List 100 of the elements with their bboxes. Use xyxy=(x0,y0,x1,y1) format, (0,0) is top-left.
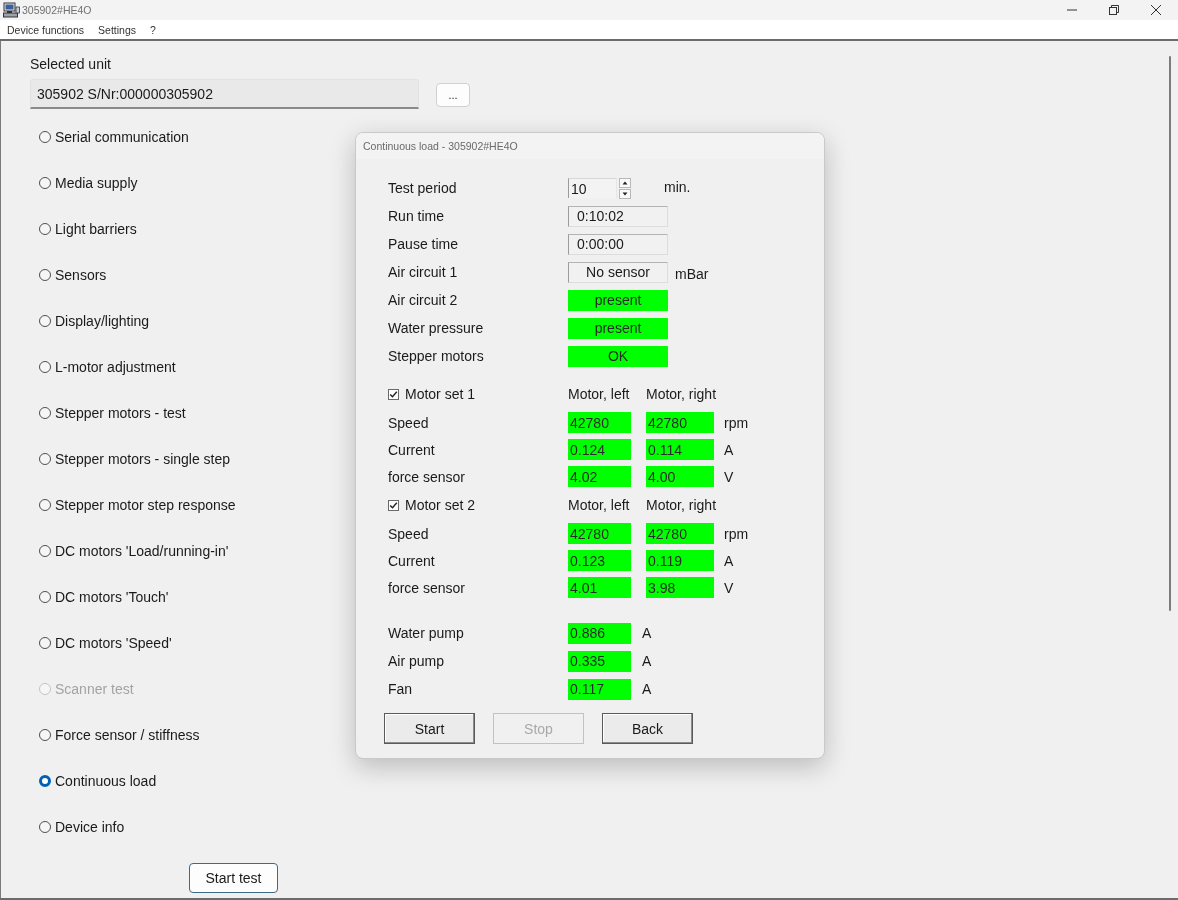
row-label: Fan xyxy=(388,681,413,697)
radio-label[interactable]: Device info xyxy=(55,819,125,835)
value-field: 4.02 xyxy=(568,466,631,487)
value-field: 3.98 xyxy=(646,577,714,598)
row-label: Run time xyxy=(388,208,445,224)
radio-label[interactable]: DC motors 'Load/running-in' xyxy=(55,543,229,559)
radio-button[interactable] xyxy=(39,591,51,603)
row-label: force sensor xyxy=(388,579,466,596)
value-field: 0.335 xyxy=(568,650,631,672)
row-label: Speed xyxy=(388,525,429,542)
radio-label[interactable]: Continuous load xyxy=(55,773,157,789)
menu-item[interactable]: Settings xyxy=(98,23,136,36)
readout-field: 0:10:02 xyxy=(568,205,668,227)
radio-button[interactable] xyxy=(39,453,51,465)
radio-label[interactable]: Serial communication xyxy=(55,129,189,145)
close-icon[interactable] xyxy=(1151,5,1161,15)
unit-label: V xyxy=(724,579,734,596)
row-label: Pause time xyxy=(388,236,459,252)
radio-button[interactable] xyxy=(39,315,51,327)
unit-label: mBar xyxy=(675,266,709,282)
checkbox-label[interactable]: Motor set 1 xyxy=(405,386,476,402)
unit-label: rpm xyxy=(724,414,749,431)
unit-label: min. xyxy=(664,178,691,195)
field-label: Selected unit xyxy=(30,56,111,72)
radio-button[interactable] xyxy=(39,407,51,419)
row-label: Water pump xyxy=(388,625,464,641)
menu-item[interactable]: Device functions xyxy=(7,23,85,36)
column-header: Motor, left xyxy=(568,386,630,402)
dialog-button[interactable]: Start xyxy=(384,713,475,744)
radio-button[interactable] xyxy=(39,775,51,787)
radio-button[interactable] xyxy=(39,545,51,557)
radio-label[interactable]: Stepper motor step response xyxy=(55,497,236,513)
unit-label: V xyxy=(724,468,734,485)
value-field: 4.00 xyxy=(646,466,714,487)
start-test-button[interactable]: Start test xyxy=(189,863,278,893)
radio-label[interactable]: Force sensor / stiffness xyxy=(55,727,200,743)
value-field: 0.119 xyxy=(646,550,714,571)
restore-icon[interactable] xyxy=(1109,5,1119,15)
row-label: Test period xyxy=(388,180,457,196)
status-field: No sensor xyxy=(568,261,668,283)
radio-label[interactable]: L-motor adjustment xyxy=(55,359,176,375)
unit-label: rpm xyxy=(724,525,749,542)
value-field: 0.124 xyxy=(568,439,631,460)
radio-label[interactable]: DC motors 'Speed' xyxy=(55,635,172,651)
browse-button[interactable]: ... xyxy=(436,83,470,107)
radio-label[interactable]: DC motors 'Touch' xyxy=(55,589,169,605)
radio-label[interactable]: Display/lighting xyxy=(55,313,150,329)
radio-button[interactable] xyxy=(39,177,51,189)
radio-label[interactable]: Media supply xyxy=(55,175,138,191)
row-label: Water pressure xyxy=(388,320,484,336)
unit-label: A xyxy=(642,625,652,641)
dialog-title: Continuous load - 305902#HE4O xyxy=(356,133,824,159)
row-label: Speed xyxy=(388,414,429,431)
checkbox[interactable] xyxy=(388,388,399,400)
menu-item[interactable]: ? xyxy=(150,23,156,36)
status-field: OK xyxy=(568,345,668,367)
radio-label[interactable]: Light barriers xyxy=(55,221,137,237)
row-label: Stepper motors xyxy=(388,348,484,364)
caret-up-icon[interactable] xyxy=(619,177,631,188)
radio-button[interactable] xyxy=(39,821,51,833)
unit-field[interactable]: 305902 S/Nr:000000305902 xyxy=(30,79,419,109)
radio-label[interactable]: Stepper motors - test xyxy=(55,405,186,421)
value-field: 42780 xyxy=(646,523,714,544)
value-field: 0.123 xyxy=(568,550,631,571)
row-label: Current xyxy=(388,552,435,569)
status-field: present xyxy=(568,289,668,311)
checkbox[interactable] xyxy=(388,499,399,511)
value-field: 0.117 xyxy=(568,678,631,700)
column-header: Motor, right xyxy=(646,497,717,513)
row-label: Air circuit 2 xyxy=(388,292,458,308)
radio-button[interactable] xyxy=(39,223,51,235)
unit-label: A xyxy=(724,441,734,458)
value-field: 42780 xyxy=(568,412,631,433)
row-label: Air circuit 1 xyxy=(388,264,458,280)
value-field: 42780 xyxy=(646,412,714,433)
radio-button[interactable] xyxy=(39,499,51,511)
radio-label[interactable]: Sensors xyxy=(55,267,107,283)
value-field: 42780 xyxy=(568,523,631,544)
radio-button[interactable] xyxy=(39,131,51,143)
checkbox-label[interactable]: Motor set 2 xyxy=(405,497,476,513)
window-title: 305902#HE4O xyxy=(22,4,92,16)
caret-down-icon[interactable] xyxy=(619,188,631,199)
status-field: present xyxy=(568,317,668,339)
readout-field: 0:00:00 xyxy=(568,233,668,255)
radio-button[interactable] xyxy=(39,729,51,741)
radio-button[interactable] xyxy=(39,637,51,649)
value-field: 0.886 xyxy=(568,622,631,644)
spin-field[interactable]: 10 xyxy=(568,178,617,198)
column-header: Motor, left xyxy=(568,497,630,513)
value-field: 4.01 xyxy=(568,577,631,598)
unit-label: A xyxy=(642,681,652,697)
unit-label: A xyxy=(724,552,734,569)
row-label: Current xyxy=(388,441,435,458)
scrollbar-thumb[interactable] xyxy=(1169,56,1171,611)
row-label: force sensor xyxy=(388,468,466,485)
radio-label[interactable]: Stepper motors - single step xyxy=(55,451,231,467)
dialog-button[interactable]: Back xyxy=(602,713,693,744)
radio-button[interactable] xyxy=(39,361,51,373)
radio-button[interactable] xyxy=(39,269,51,281)
computer-icon xyxy=(3,2,20,18)
